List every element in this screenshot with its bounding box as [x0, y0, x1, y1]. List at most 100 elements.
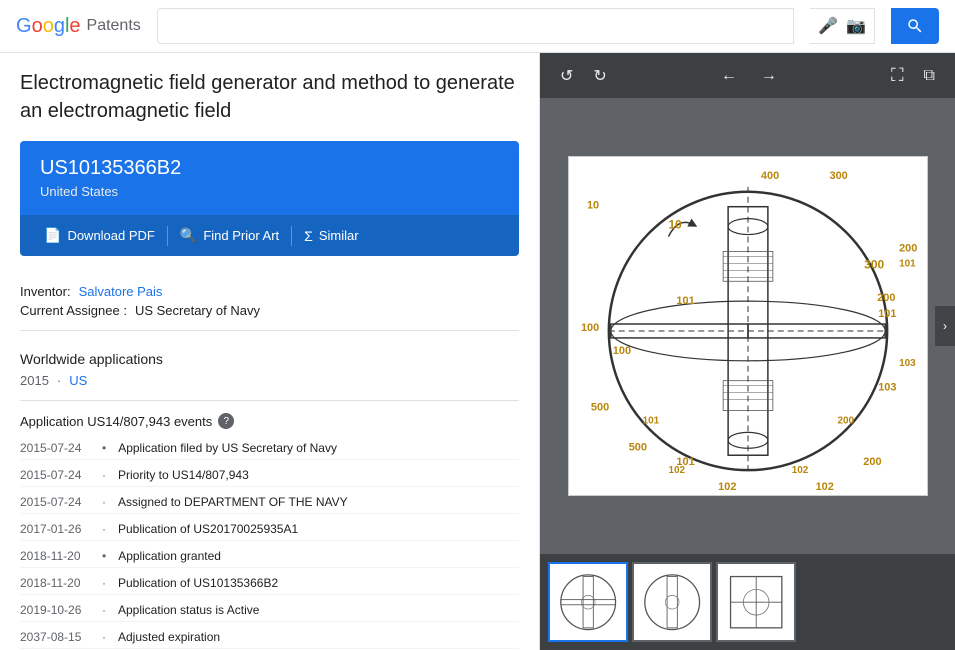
event-desc: Priority to US14/807,943 [118, 468, 519, 482]
event-row: 2015-07-24 · Priority to US14/807,943 [20, 464, 519, 487]
worldwide-applications-title: Worldwide applications [20, 351, 519, 367]
google-patents-logo: Google Patents [16, 15, 141, 38]
event-row: 2018-11-20 · Publication of US10135366B2 [20, 572, 519, 595]
camera-icon[interactable]: 📷 [846, 16, 866, 36]
viewer-toolbar: ↺ ↻ ← → ⛶ ⧉ [540, 53, 955, 98]
country-tag-us[interactable]: US [69, 373, 87, 388]
search-icon-bar: 🎤 📷 [810, 8, 875, 44]
download-pdf-button[interactable]: 📄 Download PDF [32, 223, 167, 248]
search-button[interactable] [891, 8, 939, 44]
event-row: 2017-01-26 · Publication of US2017002593… [20, 518, 519, 541]
event-row: 2018-11-20 • Application granted [20, 545, 519, 568]
svg-text:100: 100 [580, 322, 598, 334]
events-title-text: Application US14/807,943 events [20, 414, 212, 429]
right-panel: ↺ ↻ ← → ⛶ ⧉ [540, 53, 955, 650]
expand-button[interactable]: ⛶ [887, 61, 908, 90]
event-bullet: · [102, 495, 106, 509]
svg-text:200: 200 [837, 415, 854, 426]
event-bullet: · [102, 630, 106, 644]
svg-text:102: 102 [791, 465, 808, 476]
event-row: 2037-08-15 · Adjusted expiration [20, 626, 519, 649]
assignee-value: US Secretary of Navy [135, 303, 260, 318]
inventor-label: Inventor: [20, 284, 71, 299]
patent-title: Electromagnetic field generator and meth… [20, 69, 519, 125]
svg-text:200: 200 [899, 242, 917, 254]
toolbar-left: ↺ ↻ [556, 62, 611, 90]
svg-text:103: 103 [899, 358, 916, 369]
header: Google Patents 🎤 📷 [0, 0, 955, 53]
sigma-icon: Σ [304, 228, 313, 244]
assignee-label: Current Assignee : [20, 303, 127, 318]
event-bullet: · [102, 468, 106, 482]
toolbar-right: ⛶ ⧉ [887, 61, 939, 90]
event-date: 2019-10-26 [20, 603, 90, 617]
event-bullet: · [102, 603, 106, 617]
event-desc: Assigned to DEPARTMENT OF THE NAVY [118, 495, 519, 509]
svg-text:102: 102 [668, 465, 685, 476]
patent-diagram: 10 300 200 200 101 103 100 500 500 101 1… [568, 156, 928, 496]
worldwide-applications-section: Worldwide applications 2015 · US [20, 331, 519, 401]
thumbnail-strip [540, 554, 955, 650]
event-desc: Application granted [118, 549, 519, 563]
year-tag-2015: 2015 [20, 373, 49, 388]
scroll-right-arrow[interactable]: › [935, 306, 955, 346]
event-date: 2018-11-20 [20, 576, 90, 590]
find-prior-art-button[interactable]: 🔍 Find Prior Art [168, 223, 291, 248]
search-small-icon: 🔍 [180, 227, 197, 244]
patent-number: US10135366B2 [40, 157, 499, 180]
svg-text:500: 500 [590, 402, 608, 414]
events-title: Application US14/807,943 events ? [20, 413, 519, 429]
bullet-separator: · [57, 373, 61, 388]
svg-text:101: 101 [899, 258, 916, 269]
main-content: Electromagnetic field generator and meth… [0, 53, 955, 650]
svg-text:10: 10 [586, 200, 598, 212]
event-desc: Adjusted expiration [118, 630, 519, 644]
inventor-row: Inventor: Salvatore Pais [20, 284, 519, 299]
inventor-link[interactable]: Salvatore Pais [79, 284, 163, 299]
patent-country: United States [40, 184, 499, 199]
event-desc: Publication of US20170025935A1 [118, 522, 519, 536]
event-row: 2015-07-24 · Assigned to DEPARTMENT OF T… [20, 491, 519, 514]
event-row: 2015-07-24 • Application filed by US Sec… [20, 437, 519, 460]
patents-wordmark: Patents [87, 17, 141, 35]
thumbnail-2[interactable] [632, 562, 712, 642]
svg-text:300: 300 [829, 170, 847, 182]
next-page-button[interactable]: → [757, 63, 781, 89]
assignee-row: Current Assignee : US Secretary of Navy [20, 303, 519, 318]
download-icon: 📄 [44, 227, 61, 244]
left-panel: Electromagnetic field generator and meth… [0, 53, 540, 650]
event-date: 2037-08-15 [20, 630, 90, 644]
event-date: 2018-11-20 [20, 549, 90, 563]
event-date: 2017-01-26 [20, 522, 90, 536]
inventor-section: Inventor: Salvatore Pais Current Assigne… [20, 272, 519, 331]
event-date: 2015-07-24 [20, 441, 90, 455]
event-date: 2015-07-24 [20, 468, 90, 482]
svg-text:400: 400 [760, 170, 778, 182]
events-list: 2015-07-24 • Application filed by US Sec… [20, 437, 519, 649]
external-link-button[interactable]: ⧉ [920, 63, 939, 89]
search-input[interactable] [157, 8, 794, 44]
event-desc: Application status is Active [118, 603, 519, 617]
patent-actions: 📄 Download PDF 🔍 Find Prior Art Σ Simila… [20, 215, 519, 256]
event-desc: Application filed by US Secretary of Nav… [118, 441, 519, 455]
event-date: 2015-07-24 [20, 495, 90, 509]
event-bullet: · [102, 522, 106, 536]
thumbnail-1[interactable] [548, 562, 628, 642]
event-desc: Publication of US10135366B2 [118, 576, 519, 590]
event-bullet: • [102, 441, 106, 455]
event-bullet: · [102, 576, 106, 590]
similar-button[interactable]: Σ Similar [292, 224, 370, 248]
events-section: Application US14/807,943 events ? 2015-0… [20, 413, 519, 649]
prev-page-button[interactable]: ← [717, 63, 741, 89]
google-wordmark: Google [16, 15, 81, 38]
thumbnail-3[interactable] [716, 562, 796, 642]
diagram-viewer: 10 300 200 200 101 103 100 500 500 101 1… [540, 98, 955, 554]
toolbar-center: ← → [717, 63, 781, 89]
help-icon[interactable]: ? [218, 413, 234, 429]
microphone-icon[interactable]: 🎤 [818, 16, 838, 36]
year-tags: 2015 · US [20, 373, 519, 388]
rotate-ccw-button[interactable]: ↺ [556, 62, 577, 90]
svg-text:101: 101 [642, 415, 659, 426]
event-row: 2019-10-26 · Application status is Activ… [20, 599, 519, 622]
rotate-cw-button[interactable]: ↻ [589, 62, 610, 90]
